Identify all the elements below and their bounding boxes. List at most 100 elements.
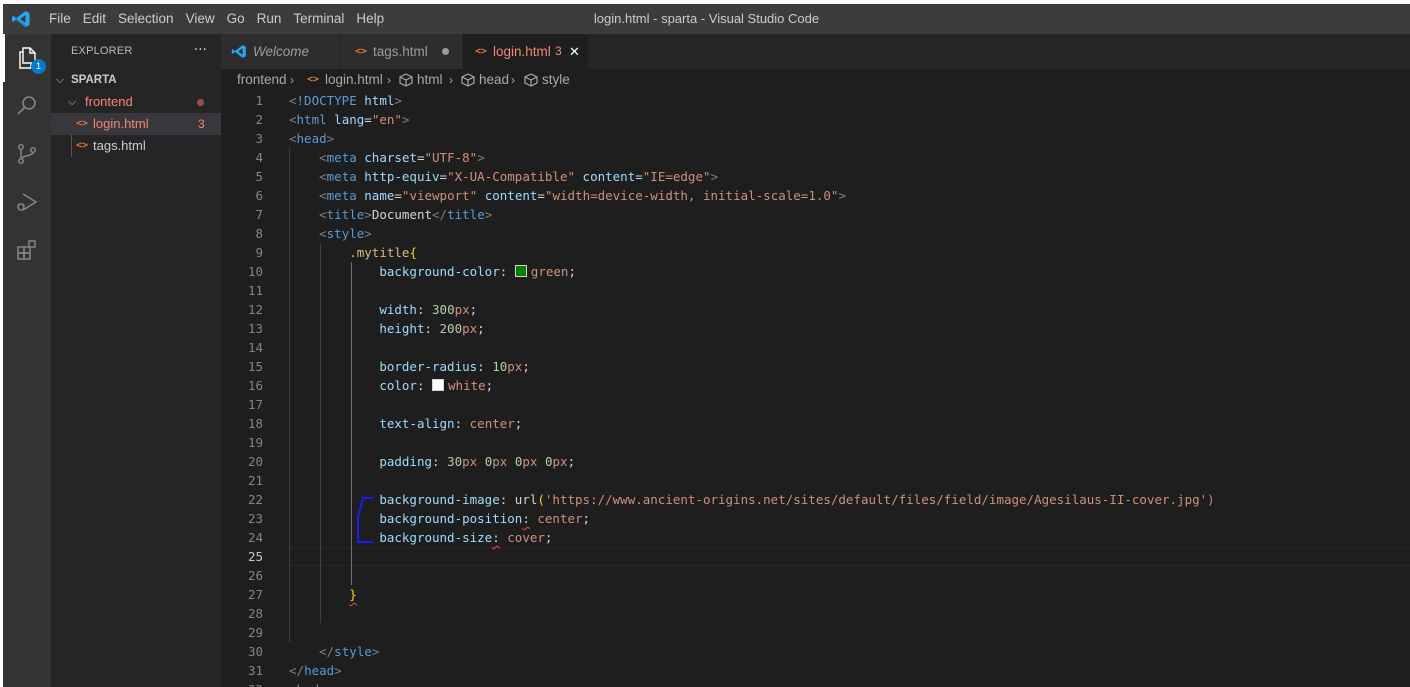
code-line[interactable]: .mytitle{ — [289, 243, 417, 262]
line-number: 10 — [247, 264, 263, 279]
explorer-badge: 1 — [31, 59, 46, 74]
breadcrumb-head[interactable]: head — [479, 69, 509, 91]
chevron-right-icon: › — [290, 73, 294, 87]
modified-dot — [197, 99, 204, 106]
line-number: 8 — [255, 226, 263, 241]
code-line[interactable]: background-color: green; — [289, 262, 576, 281]
file-name: tags.html — [93, 138, 146, 153]
line-number: 15 — [247, 359, 263, 374]
line-number: 9 — [255, 245, 263, 260]
chevron-right-icon: › — [387, 73, 391, 87]
line-number: 24 — [247, 530, 263, 545]
line-number: 1 — [255, 93, 263, 108]
breadcrumb: frontend › <> login.html › html › head ›… — [221, 69, 1410, 91]
breadcrumb-file[interactable]: login.html — [325, 69, 383, 91]
code-line[interactable]: <body> — [289, 680, 334, 687]
code-line[interactable]: background-size: cover; — [289, 528, 552, 547]
code-line[interactable]: <html lang="en"> — [289, 110, 409, 129]
activity-run-debug[interactable] — [3, 178, 51, 226]
line-number: 17 — [247, 397, 263, 412]
file-tags-html[interactable]: <> tags.html — [51, 135, 221, 157]
line-number: 28 — [247, 606, 263, 621]
line-number: 12 — [247, 302, 263, 317]
code-line[interactable]: border-radius: 10px; — [289, 357, 530, 376]
menu-run[interactable]: Run — [251, 4, 288, 34]
workspace-name: SPARTA — [71, 74, 117, 86]
close-icon[interactable]: ✕ — [569, 34, 580, 69]
explorer-sidebar: EXPLORER ··· ⌵ SPARTA ⌵ frontend <> logi… — [51, 34, 221, 687]
line-number: 11 — [247, 283, 263, 298]
menu-help[interactable]: Help — [350, 4, 390, 34]
chevron-right-icon: › — [449, 73, 453, 87]
chevron-down-icon: ⌵ — [56, 74, 65, 86]
explorer-more-actions[interactable]: ··· — [194, 34, 207, 67]
activity-extensions[interactable] — [3, 226, 51, 274]
tab-welcome[interactable]: Welcome — [221, 34, 341, 69]
color-swatch[interactable] — [514, 265, 527, 277]
folder-name: frontend — [85, 94, 133, 109]
source-control-icon — [17, 143, 37, 165]
code-line[interactable]: <meta name="viewport" content="width=dev… — [289, 186, 846, 205]
chevron-down-icon: ⌵ — [68, 96, 77, 108]
code-line[interactable]: <meta charset="UTF-8"> — [289, 148, 485, 167]
code-line[interactable]: height: 200px; — [289, 319, 484, 338]
line-number: 22 — [247, 492, 263, 507]
code-editor[interactable]: 1 <!DOCTYPE html> 2 <html lang="en"> 3 <head>… — [221, 91, 1410, 687]
code-line[interactable]: text-align: center; — [289, 414, 522, 433]
code-line[interactable]: background-image: url('https://www.ancie… — [289, 490, 1214, 509]
menu-bar: File Edit Selection View Go Run Terminal… — [43, 4, 390, 34]
line-number: 31 — [247, 663, 263, 678]
menu-go[interactable]: Go — [221, 4, 251, 34]
chevron-right-icon: › — [511, 73, 515, 87]
line-number: 30 — [247, 644, 263, 659]
explorer-header: EXPLORER — [71, 45, 133, 57]
breadcrumb-folder[interactable]: frontend — [237, 69, 287, 91]
line-number: 13 — [247, 321, 263, 336]
code-line[interactable]: </head> — [289, 661, 342, 680]
menu-file[interactable]: File — [43, 4, 77, 34]
activity-explorer[interactable]: 1 — [3, 34, 51, 82]
line-number: 16 — [247, 378, 263, 393]
activity-search[interactable] — [3, 82, 51, 130]
code-line[interactable]: <!DOCTYPE html> — [289, 91, 402, 110]
code-line[interactable]: <title>Document</title> — [289, 205, 492, 224]
menu-terminal[interactable]: Terminal — [287, 4, 350, 34]
code-line[interactable]: width: 300px; — [289, 300, 477, 319]
line-number: 32 — [221, 680, 263, 687]
code-line[interactable]: <meta http-equiv="X-UA-Compatible" conte… — [289, 167, 718, 186]
folder-frontend[interactable]: ⌵ frontend — [51, 91, 221, 113]
tab-problem-count: 3 — [555, 44, 562, 58]
code-line[interactable]: <style> — [289, 224, 372, 243]
code-line[interactable]: <head> — [289, 129, 334, 148]
menu-selection[interactable]: Selection — [112, 4, 180, 34]
breadcrumb-style[interactable]: style — [542, 69, 570, 91]
code-line[interactable]: } — [289, 585, 357, 604]
run-debug-icon — [17, 193, 38, 211]
code-line[interactable]: padding: 30px 0px 0px 0px; — [289, 452, 575, 471]
current-line-highlight — [289, 547, 1410, 566]
tab-tags-html[interactable]: <> tags.html — [341, 34, 463, 69]
line-number: 27 — [247, 587, 263, 602]
color-swatch[interactable] — [432, 379, 445, 391]
file-login-html[interactable]: <> login.html 3 — [51, 113, 221, 135]
breadcrumb-html[interactable]: html — [417, 69, 443, 91]
title-bar: File Edit Selection View Go Run Terminal… — [3, 4, 1410, 34]
symbol-element-icon — [524, 73, 538, 87]
tab-label: login.html — [493, 44, 551, 59]
html-file-icon: <> — [76, 118, 89, 129]
unsaved-dot[interactable] — [442, 48, 449, 55]
code-line[interactable]: background-position: center; — [289, 509, 590, 528]
line-number: 2 — [255, 112, 263, 127]
line-number: 14 — [247, 340, 263, 355]
menu-view[interactable]: View — [180, 4, 221, 34]
activity-source-control[interactable] — [3, 130, 51, 178]
code-line[interactable]: </style> — [289, 642, 379, 661]
workspace-section[interactable]: ⌵ SPARTA — [51, 69, 221, 91]
html-file-icon: <> — [76, 140, 89, 151]
line-number: 23 — [247, 511, 263, 526]
menu-edit[interactable]: Edit — [77, 4, 112, 34]
tab-login-html[interactable]: <> login.html 3 ✕ — [463, 34, 589, 69]
file-name: login.html — [93, 116, 149, 131]
code-line[interactable]: color: white; — [289, 376, 493, 395]
search-icon — [17, 96, 36, 115]
